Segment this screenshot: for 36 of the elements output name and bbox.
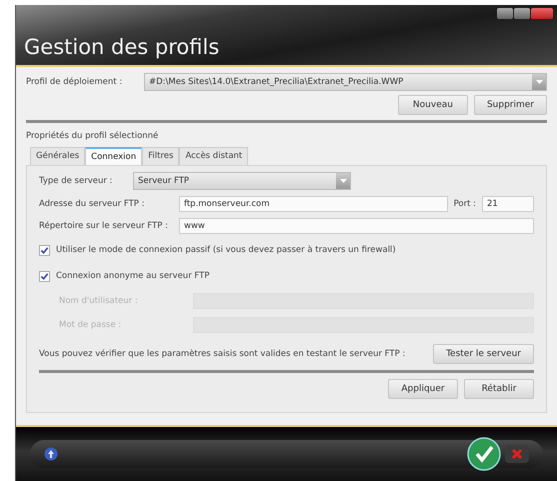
dropdown-arrow-icon <box>340 179 346 183</box>
field-label: Type de serveur : <box>39 176 114 186</box>
close-button[interactable] <box>531 8 553 19</box>
tab[interactable]: Connexion <box>85 147 142 165</box>
tab[interactable]: Générales <box>30 147 86 165</box>
input-field[interactable]: ftp.monserveur.com <box>179 196 448 212</box>
field-label: Port : <box>454 199 476 209</box>
minimize-button[interactable] <box>497 8 513 19</box>
checkbox-label: Connexion anonyme au serveur FTP <box>56 271 210 281</box>
hint-text: Vous pouvez vérifier que les paramètres saisis sont valides en testant le serveur FTP : <box>39 349 406 359</box>
input-field[interactable]: 21 <box>482 196 534 212</box>
section-title: Propriétés du profil sélectionné <box>26 131 158 141</box>
field-label: Répertoire sur le serveur FTP : <box>39 221 169 231</box>
confirm-button[interactable] <box>467 437 501 471</box>
checkbox[interactable] <box>39 270 50 282</box>
profile-button[interactable]: Supprimer <box>474 95 547 115</box>
dropdown-arrow-icon <box>536 80 542 84</box>
checkbox[interactable] <box>39 244 50 256</box>
checkbox-label: Utiliser le mode de connexion passif (si vous devez passer à travers un firewall) <box>56 245 396 255</box>
field-label: Adresse du serveur FTP : <box>39 199 146 209</box>
footer-button[interactable]: Appliquer <box>388 379 458 399</box>
server-type-dropdown[interactable]: Serveur FTP <box>133 172 351 190</box>
test-server-button[interactable]: Tester le serveur <box>433 344 534 364</box>
window-title: Gestion des profils <box>24 35 220 59</box>
field-label: Profil de déploiement : <box>26 77 124 87</box>
profile-dropdown[interactable]: #D:\Mes Sites\14.0\Extranet_Precilia\Extranet_Precilia.WWP <box>144 73 547 91</box>
field-label: Nom d'utilisateur : <box>58 296 139 306</box>
tab[interactable]: Filtres <box>142 147 180 165</box>
tab[interactable]: Accès distant <box>179 147 248 165</box>
help-icon[interactable] <box>44 447 58 461</box>
maximize-button[interactable] <box>514 8 530 19</box>
cancel-button[interactable] <box>505 445 529 463</box>
input-field[interactable]: www <box>179 218 534 234</box>
profile-button[interactable]: Nouveau <box>398 95 468 115</box>
field-label: Mot de passe : <box>58 320 122 330</box>
footer-button[interactable]: Rétablir <box>464 379 534 399</box>
